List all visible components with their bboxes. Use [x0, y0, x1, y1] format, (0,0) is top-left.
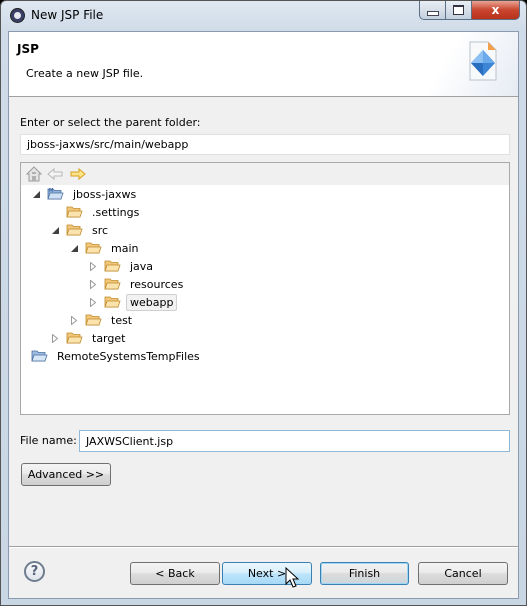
tree-item-label: RemoteSystemsTempFiles — [57, 349, 200, 363]
folder-icon — [66, 331, 88, 345]
collapsed-arrow-icon[interactable] — [88, 297, 98, 307]
tree-item-remotesystemstempfiles[interactable]: RemoteSystemsTempFiles — [15, 347, 204, 365]
tree-item-label: .settings — [92, 205, 140, 219]
home-icon[interactable] — [26, 166, 42, 182]
tree-item-main[interactable]: main — [69, 239, 142, 257]
minimize-button[interactable] — [419, 1, 446, 20]
window-controls: x — [419, 1, 520, 21]
folder-tree[interactable]: Mjboss-jaxws .settings src main java resource… — [20, 162, 510, 415]
help-button[interactable]: ? — [24, 561, 45, 582]
window-title: New JSP File — [31, 8, 104, 22]
tree-item-label: jboss-jaxws — [73, 187, 137, 201]
tree-item-label: target — [92, 331, 126, 345]
wizard-page-title: JSP — [17, 42, 39, 56]
file-name-label: File name: — [20, 434, 77, 447]
folder-icon — [85, 313, 107, 327]
finish-button[interactable]: Finish — [320, 562, 409, 585]
folder-icon — [104, 259, 126, 273]
header-gradient — [398, 32, 518, 96]
project-icon: M — [47, 187, 69, 201]
tree-item-label: webapp — [126, 293, 178, 311]
folder-icon — [104, 277, 126, 291]
collapsed-arrow-icon[interactable] — [50, 333, 60, 343]
folder-icon — [66, 205, 88, 219]
collapsed-arrow-icon[interactable] — [88, 279, 98, 289]
folder-icon — [104, 295, 126, 309]
forward-arrow-icon[interactable] — [70, 166, 86, 182]
tree-item-test[interactable]: test — [69, 311, 136, 329]
tree-item-label: java — [130, 259, 154, 273]
back-button[interactable]: < Back — [130, 562, 220, 585]
folder-icon — [85, 241, 107, 255]
tree-item-target[interactable]: target — [50, 329, 129, 347]
tree-item-java[interactable]: java — [88, 257, 157, 275]
tree-item-label: resources — [130, 277, 184, 291]
close-icon: x — [491, 3, 500, 17]
tree-item-jboss-jaxws[interactable]: Mjboss-jaxws — [31, 185, 140, 203]
folder-icon — [66, 223, 88, 237]
project-folder-icon — [31, 349, 53, 363]
wizard-page-description: Create a new JSP file. — [26, 67, 144, 80]
tree-item-webapp[interactable]: webapp — [88, 293, 178, 311]
collapsed-arrow-icon[interactable] — [69, 315, 79, 325]
title-bar[interactable]: New JSP File x — [1, 1, 526, 29]
eclipse-app-icon — [10, 8, 25, 23]
expanded-arrow-icon[interactable] — [50, 225, 60, 235]
parent-folder-input[interactable]: jboss-jaxws/src/main/webapp — [20, 134, 510, 155]
tree-item-label: main — [111, 241, 139, 255]
jsp-file-wizard-icon — [469, 41, 497, 81]
wizard-header: JSP Create a new JSP file. — [9, 32, 518, 97]
cancel-button[interactable]: Cancel — [418, 562, 508, 585]
maximize-button[interactable] — [446, 1, 472, 20]
close-button[interactable]: x — [472, 1, 520, 20]
mouse-cursor-icon — [285, 567, 299, 588]
new-jsp-file-dialog: New JSP File x JSP Create a new JSP file… — [0, 0, 527, 606]
back-arrow-icon[interactable] — [47, 166, 63, 182]
maximize-icon — [453, 5, 464, 15]
expanded-arrow-icon[interactable] — [31, 189, 41, 199]
collapsed-arrow-icon[interactable] — [88, 261, 98, 271]
tree-item-src[interactable]: src — [50, 221, 112, 239]
file-name-input[interactable]: JAXWSClient.jsp — [79, 430, 510, 452]
tree-item-label: src — [92, 223, 109, 237]
tree-item-label: test — [111, 313, 133, 327]
parent-folder-label: Enter or select the parent folder: — [20, 116, 201, 129]
minimize-icon — [426, 10, 439, 16]
help-icon: ? — [30, 564, 39, 579]
advanced-button[interactable]: Advanced >> — [21, 463, 111, 486]
button-bar-separator — [9, 546, 518, 548]
tree-item-resources[interactable]: resources — [88, 275, 187, 293]
tree-toolbar — [21, 163, 509, 185]
dialog-client-area: JSP Create a new JSP file. Enter or sele… — [8, 31, 519, 599]
svg-text:M: M — [49, 188, 53, 194]
expanded-arrow-icon[interactable] — [69, 243, 79, 253]
tree-item-settings[interactable]: .settings — [50, 203, 143, 221]
